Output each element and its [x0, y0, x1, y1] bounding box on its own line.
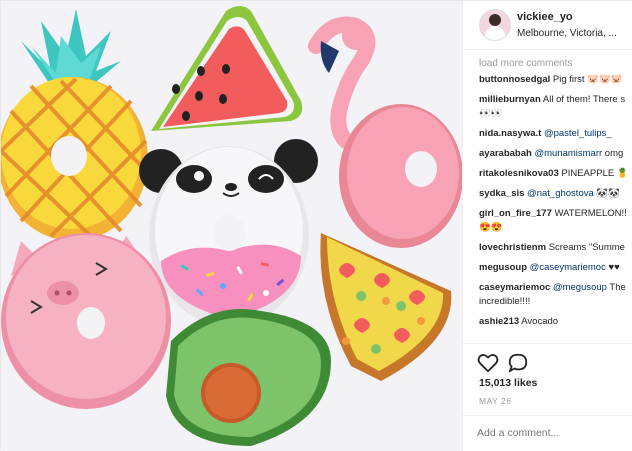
- comment-mention[interactable]: @megusoup: [553, 282, 607, 293]
- comment-mention[interactable]: @nat_ghostova: [527, 188, 594, 199]
- avatar[interactable]: [479, 9, 511, 41]
- comments-list: buttonnosedgal Pig first 🐷🐷🐷 millieburny…: [479, 73, 629, 335]
- comment-text: Pig first 🐷🐷🐷: [552, 74, 623, 85]
- post-sidebar: vickiee_yo Melbourne, Victoria, ... load…: [462, 1, 632, 451]
- comment-username[interactable]: girl_on_fire_177: [479, 208, 552, 219]
- comment-username[interactable]: caseymariemoc: [479, 282, 550, 293]
- username-link[interactable]: vickiee_yo: [517, 11, 573, 23]
- load-more-comments-link[interactable]: load more comments: [479, 58, 572, 69]
- comment-username[interactable]: megusoup: [479, 262, 527, 273]
- add-comment-bar: [463, 415, 632, 451]
- comment-text-extra: 👀👀: [479, 108, 503, 119]
- comment-username[interactable]: buttonnosedgal: [479, 74, 550, 85]
- comment: lovechristienm Screams "Summe: [479, 241, 629, 255]
- comment-text-extra: incredible!!!!: [479, 296, 531, 307]
- post-header: vickiee_yo Melbourne, Victoria, ...: [463, 1, 632, 50]
- comment-text: The: [606, 282, 626, 293]
- comment: sydka_sis @nat_ghostova 🐼🐼: [479, 187, 629, 201]
- comment: caseymariemoc @megusoup The incredible!!…: [479, 281, 629, 309]
- comment-text: Screams "Summe: [546, 242, 625, 253]
- comment: buttonnosedgal Pig first 🐷🐷🐷: [479, 73, 629, 87]
- instagram-post-frame: vickiee_yo Melbourne, Victoria, ... load…: [0, 0, 632, 451]
- comment: ayarababah @munamismarr omg: [479, 147, 629, 161]
- comment: nida.nasywa.t @pastel_tulips_: [479, 127, 629, 141]
- comment-text-extra: 😍😍: [479, 222, 503, 233]
- comment-username[interactable]: sydka_sis: [479, 188, 524, 199]
- comment: ritakolesnikova03 PINEAPPLE 🍍🍍: [479, 167, 629, 181]
- comment-text: ♥♥: [605, 262, 620, 273]
- comment-username[interactable]: millieburnyan: [479, 94, 541, 105]
- comment-text: 🐼🐼: [593, 188, 621, 199]
- comment-username[interactable]: nida.nasywa.t: [479, 128, 541, 139]
- pig-donut: [1, 233, 171, 409]
- comment-mention[interactable]: @pastel_tulips_: [544, 128, 612, 139]
- add-comment-input[interactable]: [477, 424, 627, 442]
- comment: ashie213 Avocado: [479, 315, 629, 329]
- donuts-illustration: [1, 1, 462, 451]
- post-date: MAY 26: [479, 396, 512, 406]
- location-link[interactable]: Melbourne, Victoria, ...: [517, 28, 617, 39]
- comment-text: Avocado: [519, 316, 559, 327]
- comment: megusoup @caseymariemoc ♥♥: [479, 261, 629, 275]
- comment-text: All of them! There s: [542, 94, 626, 105]
- post-actions: 15,013 likes MAY 26: [463, 343, 632, 414]
- comment-text: omg: [602, 148, 624, 159]
- post-photo[interactable]: [1, 1, 462, 451]
- comment: millieburnyan All of them! There s 👀👀: [479, 93, 629, 121]
- heart-icon[interactable]: [477, 352, 499, 374]
- comment-username[interactable]: lovechristienm: [479, 242, 546, 253]
- likes-count[interactable]: 15,013 likes: [479, 377, 537, 389]
- comment-username[interactable]: ritakolesnikova03: [479, 168, 559, 179]
- comment-username[interactable]: ayarababah: [479, 148, 532, 159]
- comment-icon[interactable]: [507, 352, 529, 374]
- comment-username[interactable]: ashie213: [479, 316, 519, 327]
- comment-text: WATERMELON!!: [551, 208, 627, 219]
- comment-mention[interactable]: @munamismarr: [534, 148, 602, 159]
- comment: girl_on_fire_177 WATERMELON!! 😍😍: [479, 207, 629, 235]
- comment-text: PINEAPPLE 🍍🍍: [561, 168, 629, 179]
- comment-mention[interactable]: @caseymariemoc: [530, 262, 606, 273]
